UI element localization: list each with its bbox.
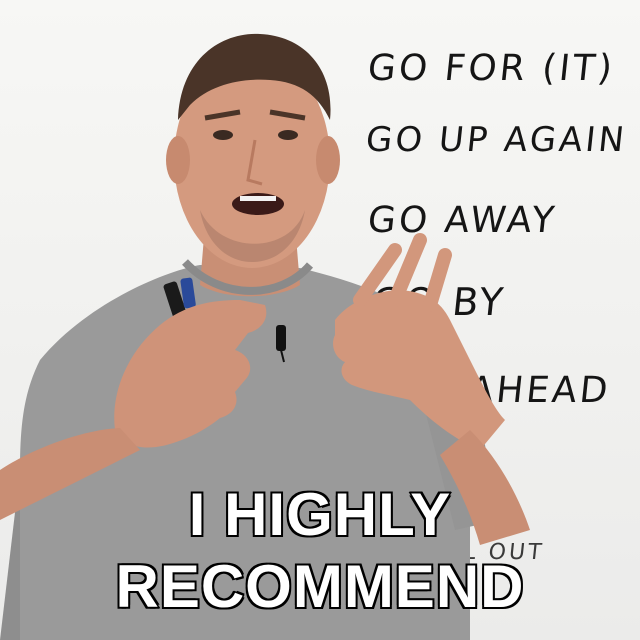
caption-line-1: I HIGHLY <box>187 480 452 550</box>
lapel-mic <box>276 325 286 351</box>
caption-line-2: RECOMMEND <box>114 552 525 622</box>
gif-frame: GO FOR (IT) GO UP AGAIN GO AWAY GO BY GO… <box>0 0 640 640</box>
